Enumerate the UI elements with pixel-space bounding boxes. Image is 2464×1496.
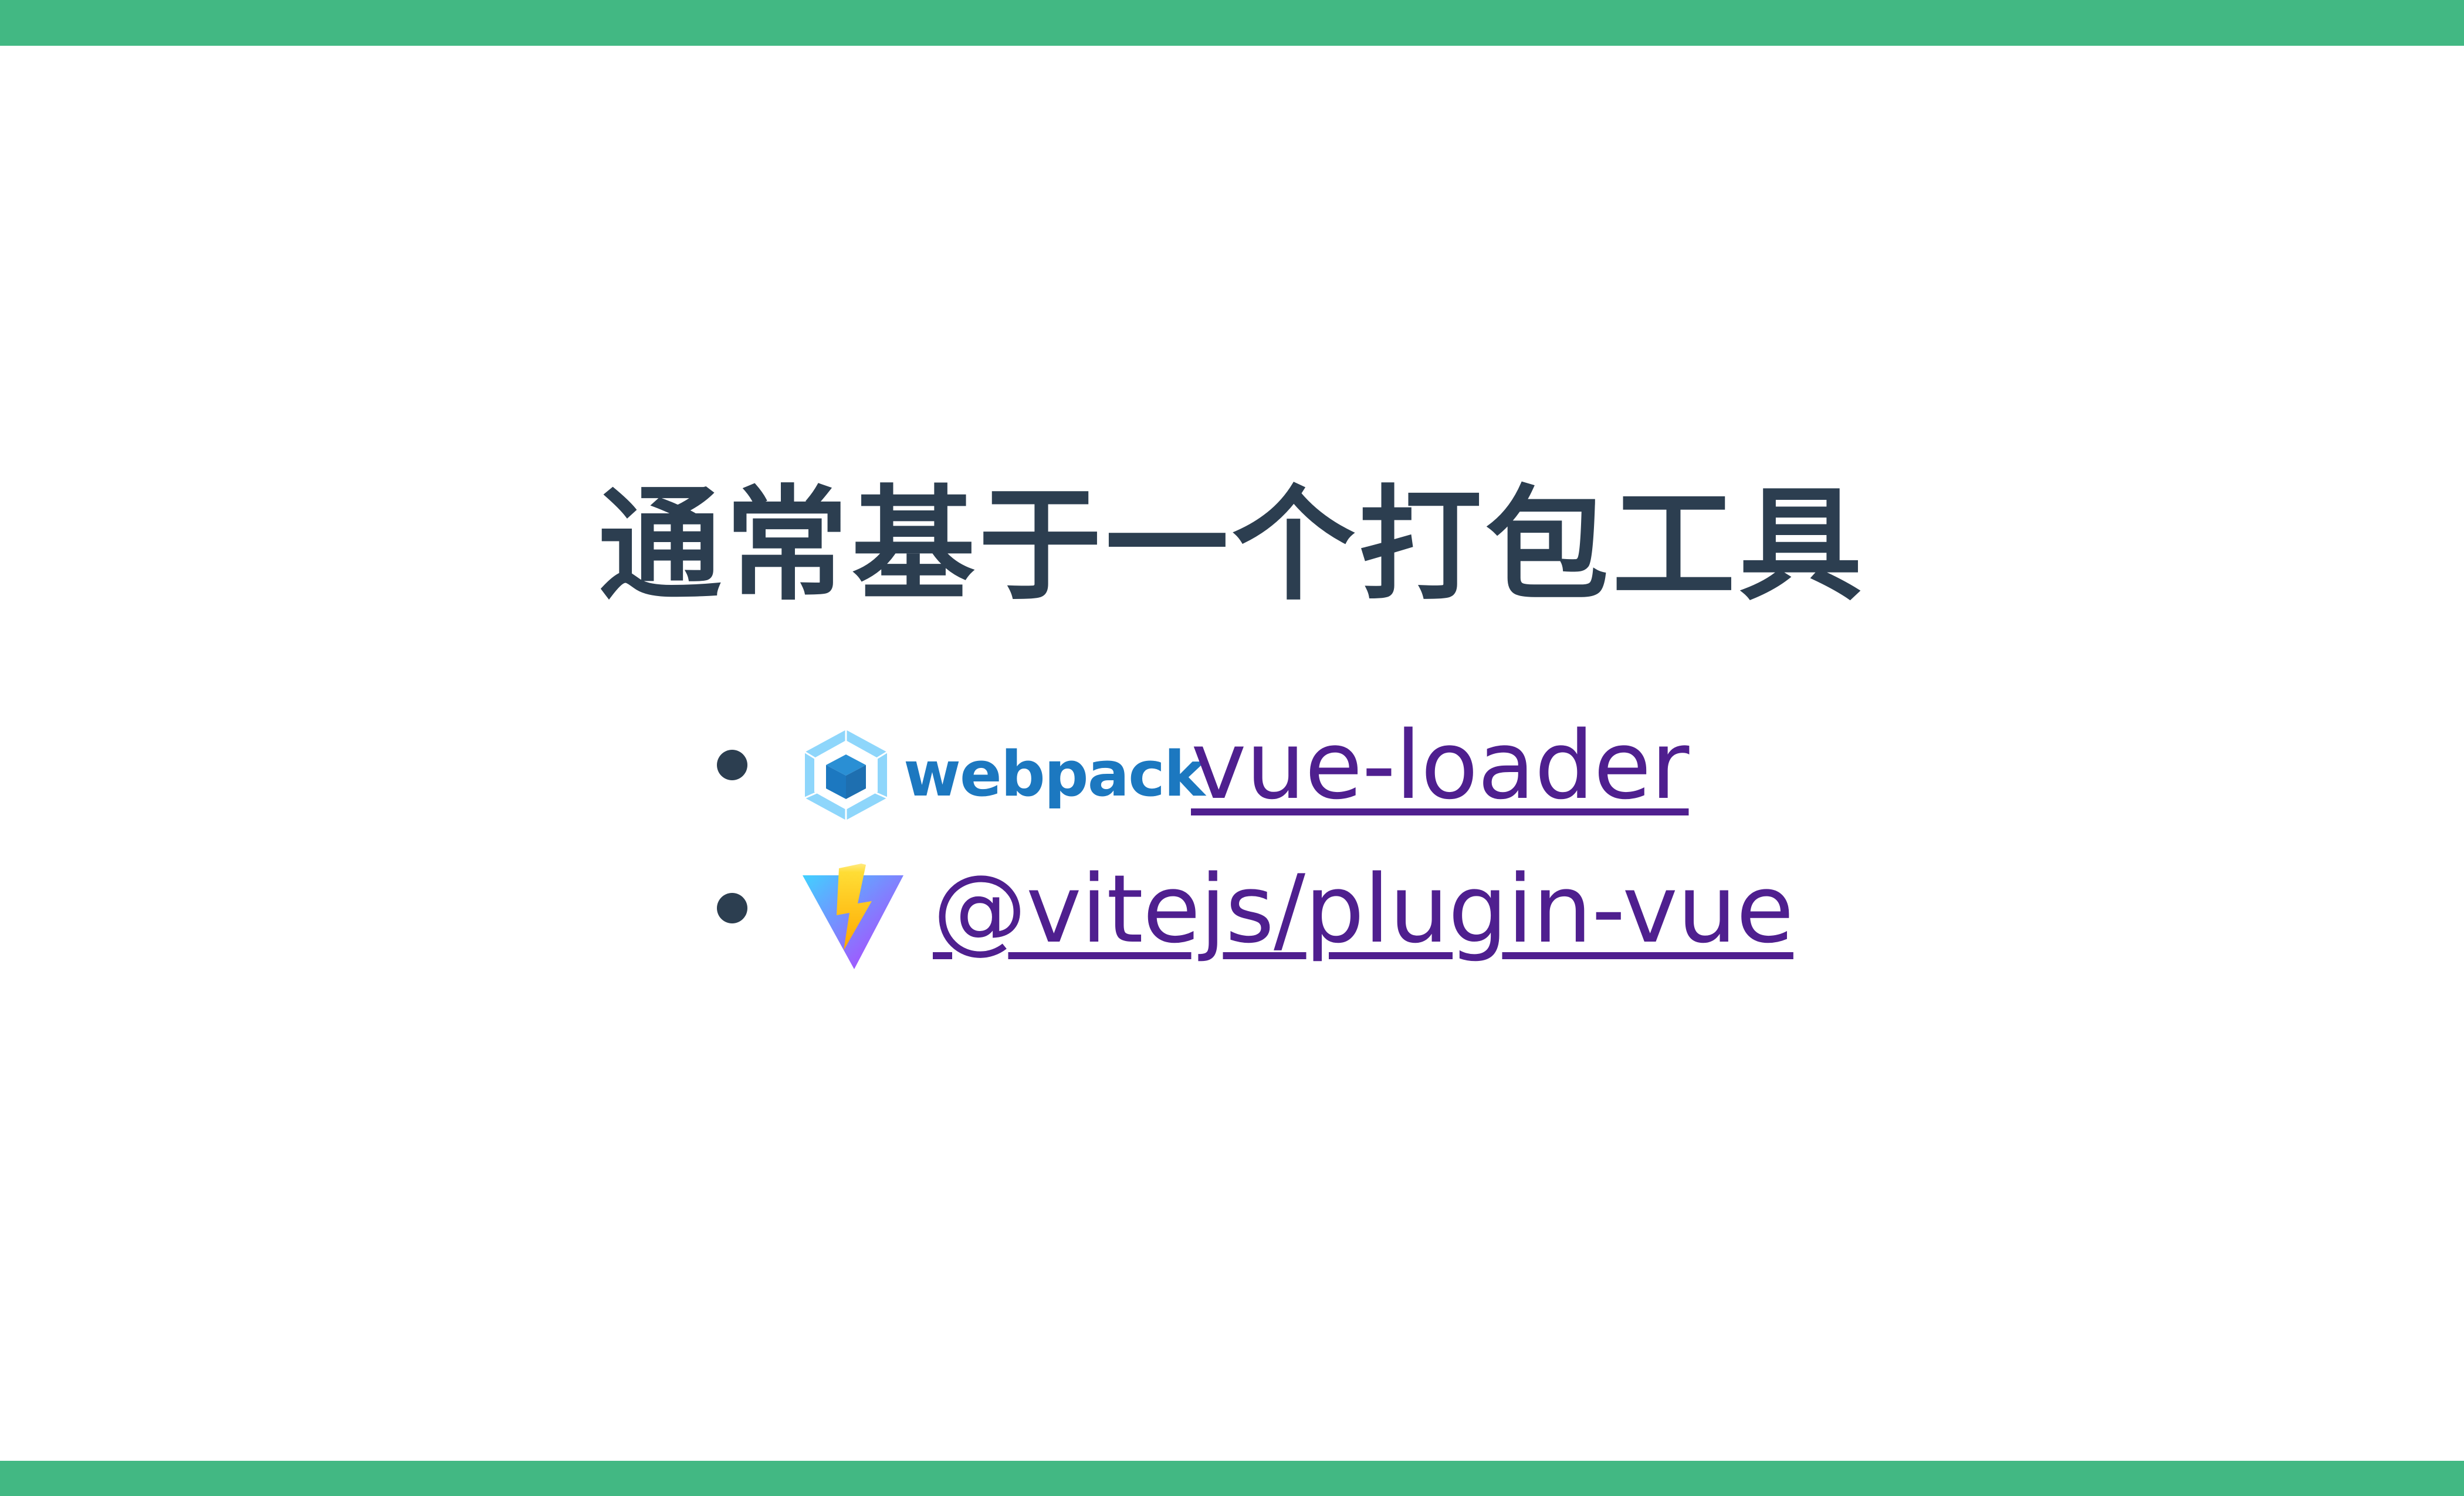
webpack-brand-text: webpack [903,738,1205,810]
bullet-dot [717,750,747,780]
slide: 通常基于一个打包工具 webpack vue-loader @vitejs/pl… [0,0,2464,1496]
vitejs-plugin-vue-link[interactable]: @vitejs/plugin-vue [933,851,1794,968]
vite-logo-icon [803,864,903,969]
webpack-logo-icon [804,730,888,820]
vue-loader-link[interactable]: vue-loader [1191,707,1689,824]
bullet-list: webpack vue-loader @vitejs/plugin-vue [0,0,2464,1496]
bullet-dot [717,893,747,923]
bottom-accent-bar [0,1461,2464,1496]
